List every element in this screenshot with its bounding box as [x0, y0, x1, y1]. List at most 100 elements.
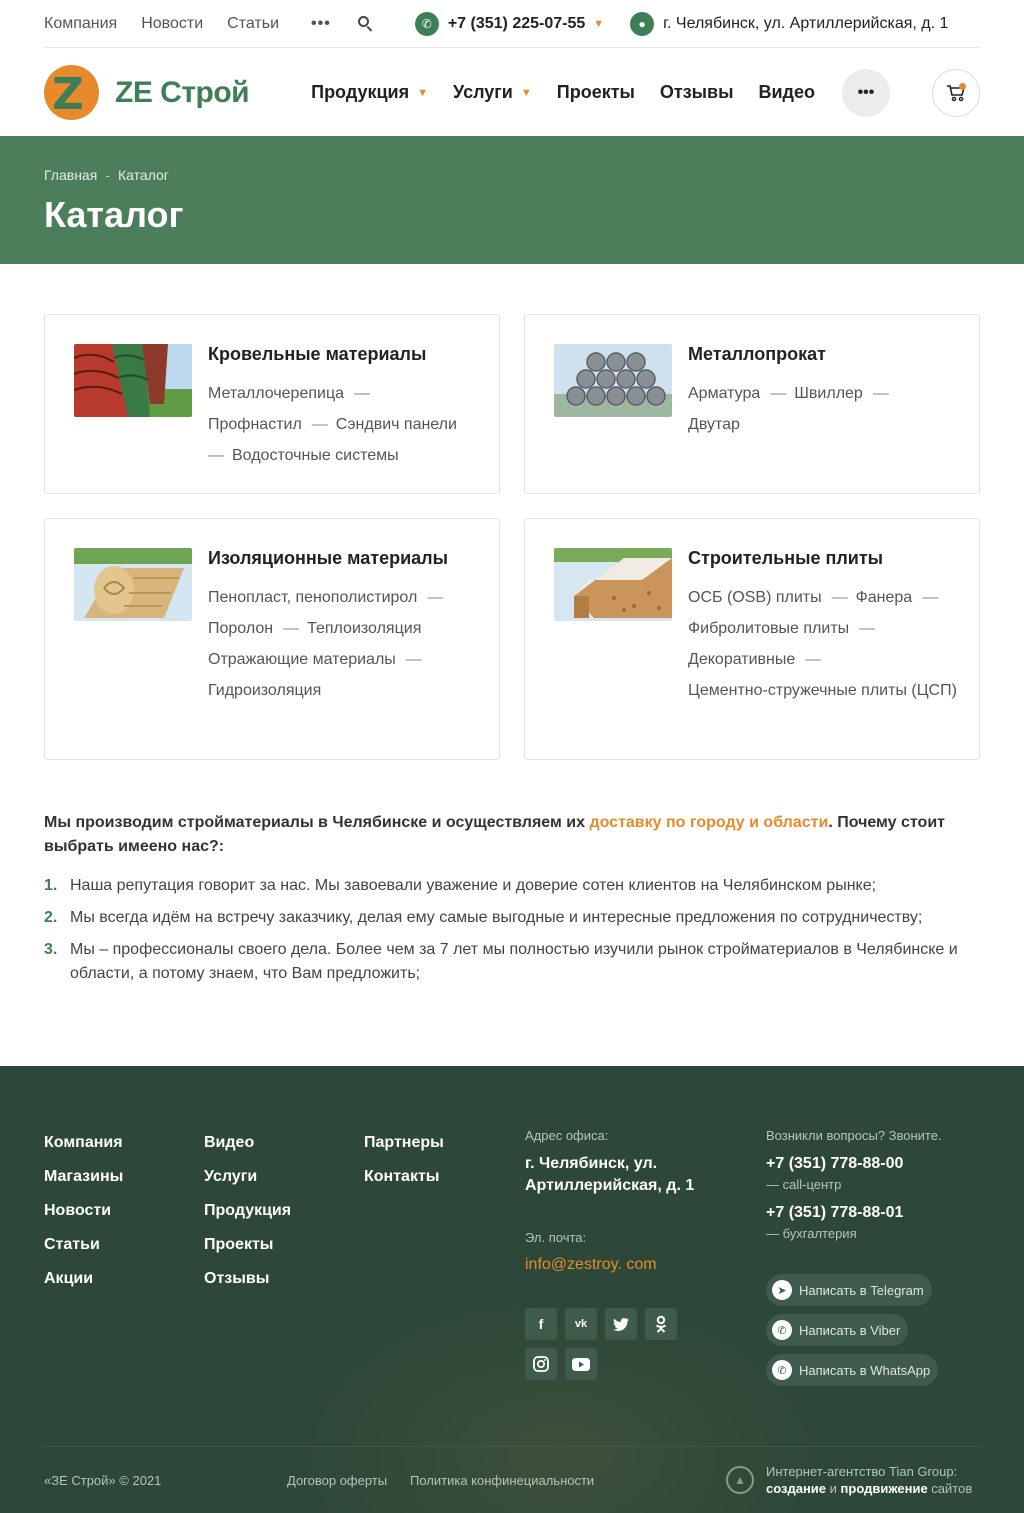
search-icon[interactable]	[357, 15, 375, 33]
footer-link-articles[interactable]: Статьи	[44, 1228, 123, 1262]
top-link-articles[interactable]: Статьи	[227, 15, 279, 33]
telegram-button[interactable]: ➤ Написать в Telegram	[766, 1274, 932, 1306]
main-nav: Продукция ▼ Услуги ▼ Проекты Отзывы Видео …	[311, 68, 890, 117]
metal-rods-image[interactable]	[554, 344, 672, 417]
instagram-icon[interactable]	[525, 1348, 557, 1380]
card-title[interactable]: Кровельные материалы	[208, 344, 426, 365]
copyright: «ЗЕ Строй» © 2021	[44, 1473, 162, 1488]
link-thermal-insulation[interactable]: Теплоизоляция	[307, 620, 421, 637]
link-plywood[interactable]: Фанера	[856, 589, 913, 606]
link-metal-tile[interactable]: Металлочерепица	[208, 385, 344, 402]
list-item: 2. Мы всегда идём на встречу заказчику, д…	[44, 909, 923, 926]
link-fiberboard[interactable]: Фибролитовые плиты	[688, 620, 849, 637]
nav-more-button[interactable]: •••	[841, 68, 890, 117]
link-rebar[interactable]: Арматура	[688, 385, 760, 402]
facebook-icon[interactable]: f	[525, 1308, 557, 1340]
footer-link-services[interactable]: Услуги	[204, 1160, 291, 1194]
footer-link-company[interactable]: Компания	[44, 1126, 123, 1160]
card-title[interactable]: Металлопрокат	[688, 344, 826, 365]
link-reflective[interactable]: Отражающие материалы	[208, 651, 396, 668]
link-profnastil[interactable]: Профнастил	[208, 416, 302, 433]
roof-tiles-image[interactable]	[74, 344, 192, 417]
card-title[interactable]: Строительные плиты	[688, 548, 883, 569]
cart-button[interactable]	[932, 69, 980, 117]
link-polystyrene[interactable]: Пенопласт, пенополистирол	[208, 589, 417, 606]
offer-link[interactable]: Договор оферты	[287, 1473, 387, 1488]
delivery-link[interactable]: доставку по городу и области	[589, 814, 828, 831]
phone-accounting[interactable]: +7 (351) 778-88-01	[766, 1202, 903, 1224]
phone-callcenter[interactable]: +7 (351) 778-88-00	[766, 1153, 903, 1175]
footer-link-contacts[interactable]: Контакты	[364, 1160, 444, 1194]
page-banner: Главная - Каталог Каталог	[0, 136, 1024, 264]
footer-link-video[interactable]: Видео	[204, 1126, 291, 1160]
link-cement-board[interactable]: Цементно-стружечные плиты (ЦСП)	[688, 682, 957, 699]
viber-icon: ✆	[772, 1320, 792, 1340]
footer-link-promos[interactable]: Акции	[44, 1262, 123, 1296]
card-title[interactable]: Изоляционные материалы	[208, 548, 448, 569]
nav-item-services[interactable]: Услуги ▼	[453, 82, 532, 103]
catalog-card-insulation[interactable]: Изоляционные материалы Пенопласт, пенопо…	[44, 518, 500, 760]
whatsapp-icon: ✆	[772, 1360, 792, 1380]
questions-label: Возникли вопросы? Звоните.	[766, 1128, 942, 1143]
top-bar: Компания Новости Статьи ••• ✆ +7 (351) 2…	[44, 0, 980, 48]
catalog-card-metal[interactable]: Металлопрокат Арматура — Швиллер — Двутар	[524, 314, 980, 494]
footer-link-news[interactable]: Новости	[44, 1194, 123, 1228]
address-label: Адрес офиса:	[525, 1128, 609, 1143]
footer-col-3: Партнеры Контакты	[364, 1126, 444, 1194]
cart-badge	[959, 83, 966, 90]
top-link-news[interactable]: Новости	[141, 15, 203, 33]
top-more-icon[interactable]: •••	[311, 15, 331, 33]
whatsapp-button[interactable]: ✆ Написать в WhatsApp	[766, 1354, 939, 1386]
agency-logo-icon[interactable]: ▲	[726, 1466, 754, 1494]
catalog-card-roofing[interactable]: Кровельные материалы Металлочерепица — Пр…	[44, 314, 500, 494]
logo-icon[interactable]: Z	[44, 65, 99, 120]
link-channel[interactable]: Швиллер	[794, 385, 863, 402]
footer-col-2: Видео Услуги Продукция Проекты Отзывы	[204, 1126, 291, 1296]
footer-link-projects[interactable]: Проекты	[204, 1228, 291, 1262]
footer-link-products[interactable]: Продукция	[204, 1194, 291, 1228]
chevron-down-icon: ▼	[417, 86, 429, 99]
phone-accounting-note: — бухгалтерия	[766, 1226, 857, 1241]
card-links: ОСБ (OSB) плиты — Фанера — Фибролитовые пли…	[688, 589, 957, 699]
link-foam-rubber[interactable]: Поролон	[208, 620, 273, 637]
insulation-rolls-image[interactable]	[74, 548, 192, 621]
footer-link-shops[interactable]: Магазины	[44, 1160, 123, 1194]
logo-text[interactable]: ZE Строй	[115, 76, 250, 110]
viber-button[interactable]: ✆ Написать в Viber	[766, 1314, 909, 1346]
nav-item-video[interactable]: Видео	[758, 82, 815, 103]
footer-link-partners[interactable]: Партнеры	[364, 1126, 444, 1160]
youtube-icon[interactable]	[565, 1348, 597, 1380]
catalog-card-boards[interactable]: Строительные плиты ОСБ (OSB) плиты — Фанер…	[524, 518, 980, 760]
nav-item-products[interactable]: Продукция ▼	[311, 82, 428, 103]
breadcrumb: Главная - Каталог	[44, 167, 169, 183]
telegram-icon: ➤	[772, 1280, 792, 1300]
footer-link-reviews[interactable]: Отзывы	[204, 1262, 291, 1296]
link-osb[interactable]: ОСБ (OSB) плиты	[688, 589, 822, 606]
nav-item-reviews[interactable]: Отзывы	[660, 82, 734, 103]
footer-col-1: Компания Магазины Новости Статьи Акции	[44, 1126, 123, 1296]
main-header: Z ZE Строй Продукция ▼ Услуги ▼ Проекты От…	[44, 49, 980, 136]
osb-boards-image[interactable]	[554, 548, 672, 621]
reasons-list: 1. Наша репутация говорит за нас. Мы заво…	[44, 874, 980, 994]
privacy-link[interactable]: Политика конфинециальности	[410, 1473, 594, 1488]
chevron-down-icon: ▼	[520, 86, 532, 99]
top-link-company[interactable]: Компания	[44, 15, 117, 33]
link-waterproofing[interactable]: Гидроизоляция	[208, 682, 321, 699]
list-item: 1. Наша репутация говорит за нас. Мы заво…	[44, 877, 877, 894]
link-decorative[interactable]: Декоративные	[688, 651, 795, 668]
link-sandwich[interactable]: Сэндвич панели	[336, 416, 457, 433]
nav-item-projects[interactable]: Проекты	[557, 82, 635, 103]
breadcrumb-home[interactable]: Главная	[44, 167, 97, 183]
email-link[interactable]: info@zestroy. com	[525, 1256, 657, 1274]
office-address: г. Челябинск, ул. Артиллерийская, д. 1	[525, 1155, 695, 1194]
agency-credit[interactable]: Интернет-агентство Tian Group: создание …	[766, 1463, 972, 1497]
page-title: Каталог	[44, 194, 184, 235]
odnoklassniki-icon[interactable]	[645, 1308, 677, 1340]
top-phone[interactable]: +7 (351) 225-07-55	[448, 15, 585, 33]
chevron-down-icon[interactable]: ▼	[593, 18, 604, 30]
vk-icon[interactable]: vk	[565, 1308, 597, 1340]
link-drainage[interactable]: Водосточные системы	[232, 447, 399, 464]
twitter-icon[interactable]	[605, 1308, 637, 1340]
link-ibeam[interactable]: Двутар	[688, 416, 740, 433]
location-pin-icon: ●	[630, 11, 655, 36]
